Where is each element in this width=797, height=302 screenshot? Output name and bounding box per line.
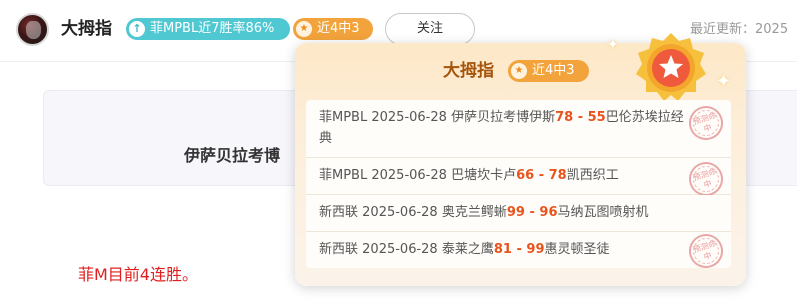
record-away-team: 惠灵顿圣徒 [544, 242, 610, 257]
record-league: 新西联 [319, 242, 359, 257]
record-away-team: 马纳瓦图喷射机 [557, 205, 649, 220]
record-list: 菲MPBL 2025-06-28 伊萨贝拉考博伊斯78 - 55巴伦苏埃拉经典 … [306, 100, 731, 273]
popup-streak-text: 近4中3 [532, 63, 575, 78]
record-row[interactable]: 菲MPBL 2025-06-28 巴塘坎卡卢66 - 78凯西织工 预测命中 [306, 157, 731, 201]
record-score: 81 - 99 [493, 242, 545, 257]
hit-stamp: 预测命中 [684, 229, 728, 273]
record-date: 2025-06-28 [371, 168, 447, 183]
record-league: 新西联 [319, 205, 359, 220]
record-home-team: 泰莱之鹰 [441, 242, 494, 257]
record-date: 2025-06-28 [371, 110, 447, 125]
record-row[interactable]: 菲MPBL 2025-06-28 伊萨贝拉考博伊斯78 - 55巴伦苏埃拉经典 … [306, 100, 731, 158]
popup-title: 大拇指 [443, 61, 494, 81]
avatar[interactable] [16, 13, 49, 46]
sparkle-icon: ✦ [716, 71, 732, 92]
streak-note: 菲M目前4连胜。 [78, 265, 198, 284]
record-score: 99 - 96 [506, 205, 558, 220]
star-icon: ★ [511, 63, 527, 79]
expert-name[interactable]: 大拇指 [61, 18, 112, 40]
star-icon: ★ [296, 21, 312, 37]
record-date: 2025-06-28 [362, 205, 438, 220]
arrow-up-icon: ↑ [129, 21, 145, 37]
record-away-team: 凯西织工 [566, 168, 619, 183]
star-medal-icon [636, 33, 706, 101]
record-home-team: 奥克兰鳄蜥 [441, 205, 507, 220]
win-rate-text: 菲MPBL近7胜率86% [150, 21, 275, 36]
record-row[interactable]: 新西联 2025-06-28 奥克兰鳄蜥99 - 96马纳瓦图喷射机 [306, 195, 731, 232]
record-home-team: 伊萨贝拉考博伊斯 [451, 110, 556, 125]
hit-stamp: 预测命中 [684, 157, 728, 201]
record-date: 2025-06-28 [362, 242, 438, 257]
record-popup: 大拇指 ★ 近4中3 ✦ ✦ 菲MPBL 2025-06-28 伊萨贝拉考博伊斯… [295, 33, 746, 286]
record-score: 78 - 55 [555, 110, 606, 125]
streak-badge[interactable]: ★ 近4中3 [293, 18, 373, 40]
streak-text: 近4中3 [317, 21, 360, 36]
match-title: 伊萨贝拉考博 [184, 146, 281, 165]
win-rate-badge: ↑ 菲MPBL近7胜率86% [126, 18, 290, 40]
follow-button[interactable]: 关注 [385, 13, 475, 45]
hit-stamp: 预测命中 [684, 101, 728, 145]
popup-streak-badge: ★ 近4中3 [508, 60, 589, 82]
sparkle-icon: ✦ [607, 37, 619, 53]
record-home-team: 巴塘坎卡卢 [451, 168, 517, 183]
record-row[interactable]: 新西联 2025-06-28 泰莱之鹰81 - 99惠灵顿圣徒 预测命中 [306, 229, 731, 273]
record-league: 菲MPBL [319, 110, 368, 125]
record-score: 66 - 78 [516, 168, 567, 183]
record-league: 菲MPBL [319, 168, 368, 183]
